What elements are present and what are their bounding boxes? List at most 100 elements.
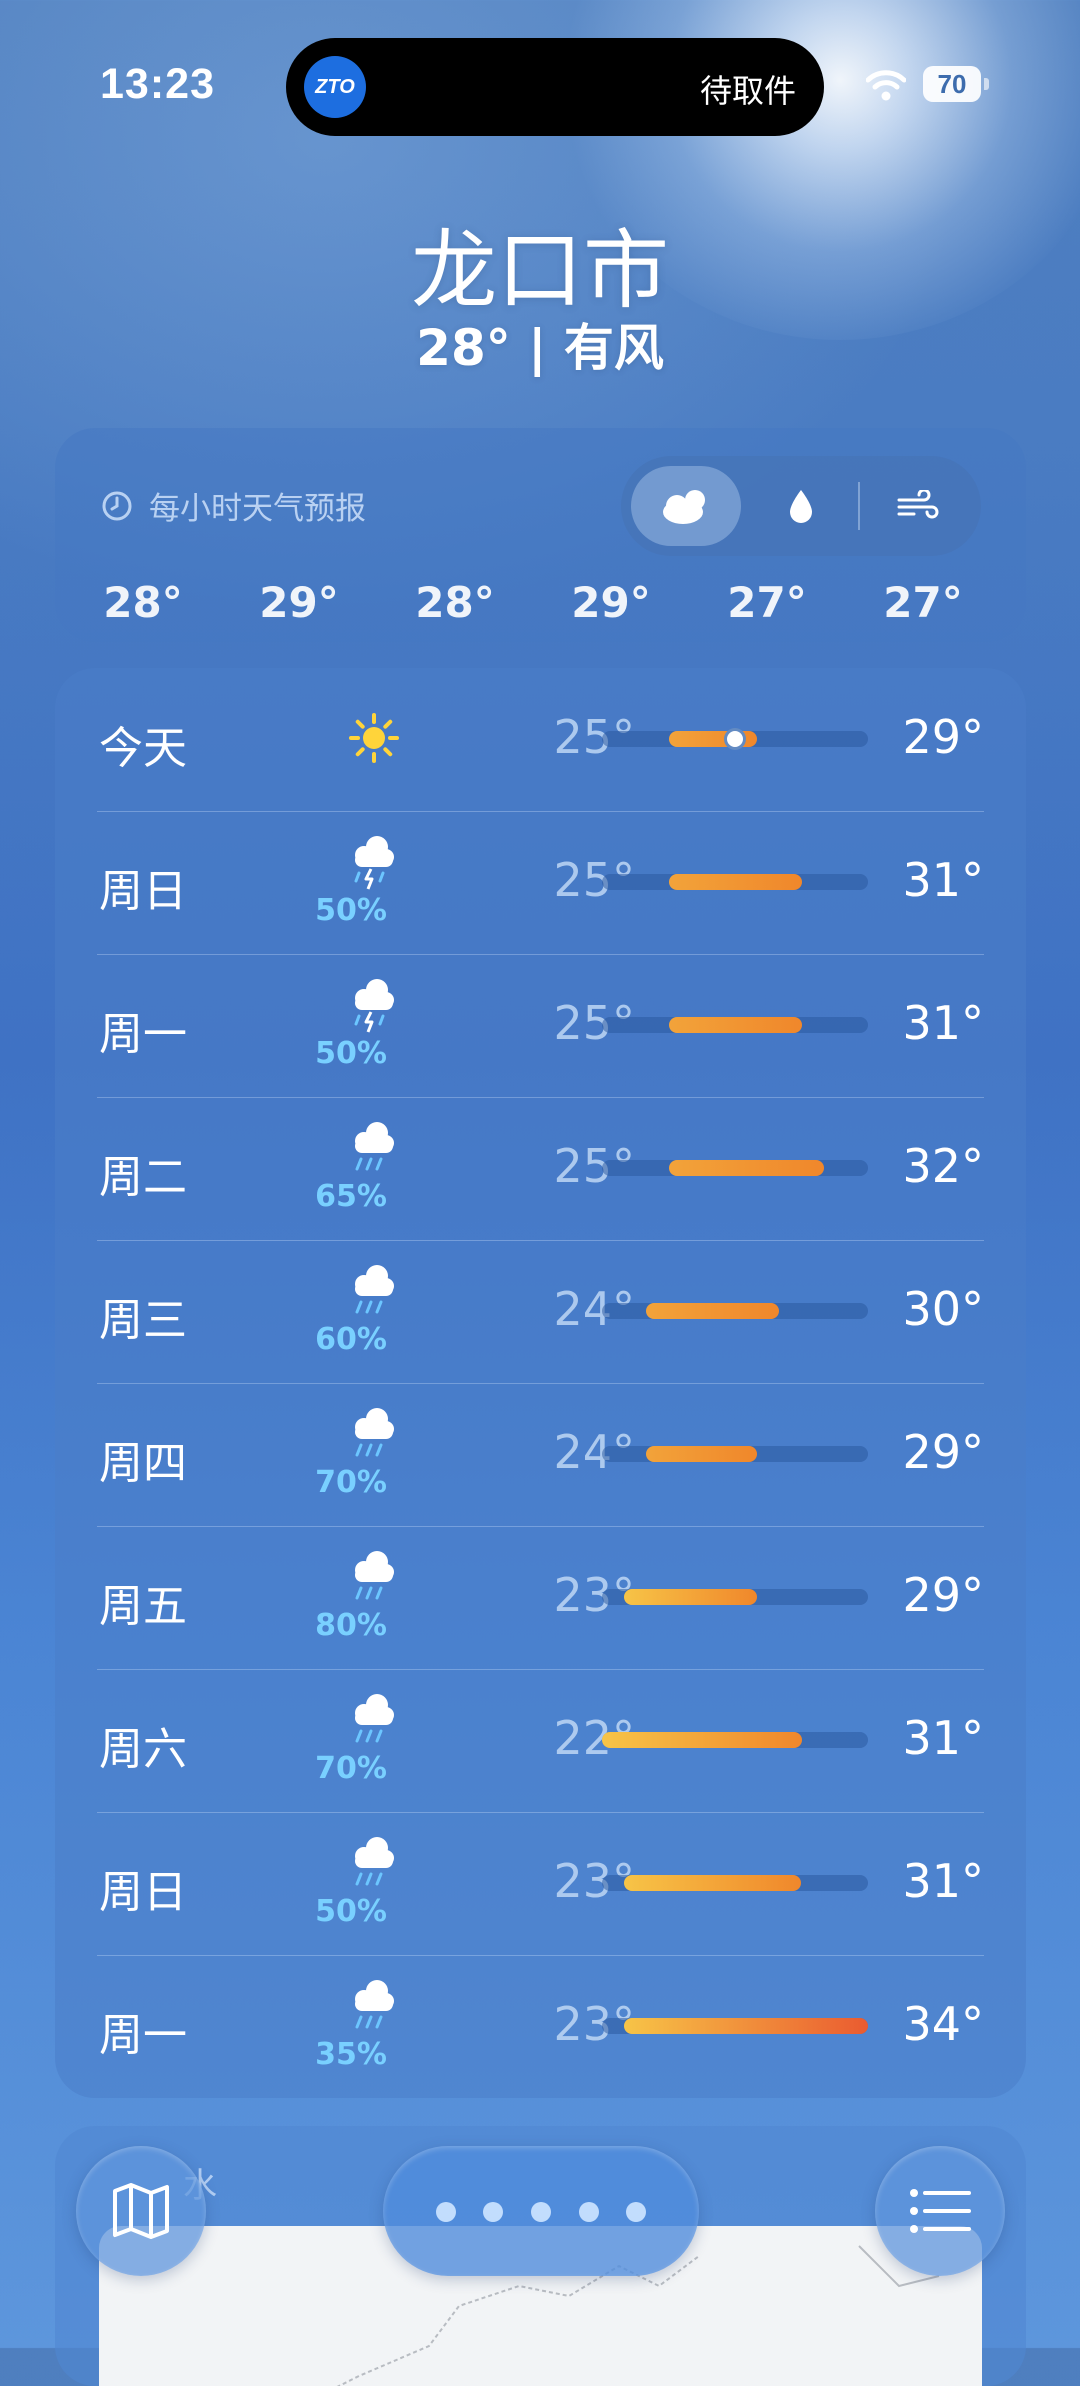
high-temp: 31° — [902, 996, 984, 1050]
precip-chance: 50% — [315, 1894, 387, 1929]
sun-icon — [349, 713, 399, 763]
hour-temp: 27° — [883, 578, 963, 627]
day-name: 周四 — [99, 1438, 187, 1489]
row-divider — [97, 1097, 984, 1098]
current-temp-marker — [724, 728, 746, 750]
temp-range-bar — [668, 1017, 802, 1033]
precip-chance: 35% — [315, 2037, 387, 2072]
cloud-icon — [663, 490, 705, 524]
precip-chance: 50% — [315, 1036, 387, 1071]
temp-range-track — [602, 2018, 868, 2034]
dynamic-island[interactable]: ZTO 待取件 — [286, 38, 824, 136]
row-divider — [97, 1383, 984, 1384]
temp-range-track — [602, 1446, 868, 1462]
rain-icon — [355, 1551, 394, 1600]
hour-temp: 29° — [259, 578, 339, 627]
hourly-temperatures[interactable]: 28° 29° 28° 29° 27° 27° — [55, 578, 1026, 638]
wifi-icon — [866, 70, 906, 101]
day-row[interactable]: 周日 50% 23° 31° — [55, 1812, 1026, 1955]
row-divider — [97, 1812, 984, 1813]
page-dot[interactable] — [436, 2202, 456, 2222]
hour-temp: 28° — [415, 578, 495, 627]
temp-range-track — [602, 1589, 868, 1605]
city-list-button[interactable] — [875, 2146, 1005, 2276]
mode-wind-button[interactable] — [863, 466, 973, 546]
temp-range-track — [602, 1160, 868, 1176]
day-name: 周一 — [99, 2010, 187, 2061]
rain-icon — [355, 1980, 394, 2029]
high-temp: 32° — [902, 1139, 984, 1193]
precip-chance: 50% — [315, 893, 387, 928]
hour-temp: 28° — [103, 578, 183, 627]
mode-cloud-button[interactable] — [631, 466, 741, 546]
precip-chance: 65% — [315, 1179, 387, 1214]
day-row[interactable]: 周一 35% 23° 34° — [55, 1955, 1026, 2098]
mode-precip-button[interactable] — [746, 466, 856, 546]
temp-range-track — [602, 1017, 868, 1033]
temp-range-bar — [668, 1160, 824, 1176]
high-temp: 29° — [902, 1425, 984, 1479]
precip-chance: 60% — [315, 1322, 387, 1357]
temp-range-bar — [624, 2018, 868, 2034]
droplet-icon — [790, 490, 812, 523]
city-name: 龙口市 — [411, 221, 669, 321]
map-button[interactable] — [76, 2146, 206, 2276]
day-name: 周日 — [99, 866, 187, 917]
temp-range-bar — [624, 1589, 758, 1605]
high-temp: 34° — [902, 1997, 984, 2051]
toggle-separator — [858, 482, 860, 530]
high-temp: 31° — [902, 1854, 984, 1908]
current-summary: 28° | 有风 — [416, 319, 664, 377]
day-name: 周六 — [99, 1724, 187, 1775]
temp-range-track — [602, 1732, 868, 1748]
day-row[interactable]: 周六 70% 22° 31° — [55, 1669, 1026, 1812]
day-row[interactable]: 今天 25° 29° — [55, 668, 1026, 811]
day-row[interactable]: 周四 70% 24° 29° — [55, 1383, 1026, 1526]
day-row[interactable]: 周日 50% 25° 31° — [55, 811, 1026, 954]
status-time: 13:23 — [100, 60, 215, 108]
row-divider — [97, 1955, 984, 1956]
zto-logo: ZTO — [304, 56, 366, 118]
temp-range-bar — [646, 1446, 758, 1462]
rain-icon — [355, 1265, 394, 1314]
page-dot[interactable] — [579, 2202, 599, 2222]
page-indicator[interactable] — [383, 2146, 699, 2276]
precip-chance: 70% — [315, 1465, 387, 1500]
day-name: 周一 — [99, 1009, 187, 1060]
temp-range-bar — [646, 1303, 780, 1319]
daily-forecast-card[interactable]: 今天 25° 29° 周日 50% 25° 31° 周一 50% 25° 31° 周二 65% 25° 32… — [55, 668, 1026, 2098]
day-name: 今天 — [99, 723, 187, 774]
island-status-text: 待取件 — [699, 72, 796, 110]
day-row[interactable]: 周一 50% 25° 31° — [55, 954, 1026, 1097]
hourly-forecast-card[interactable]: 每小时天气预报 28° 29° 28° 29° 27° 27° — [55, 428, 1026, 642]
row-divider — [97, 1240, 984, 1241]
thunderstorm-icon — [354, 836, 394, 890]
thunderstorm-icon — [354, 979, 394, 1033]
clock-icon — [102, 491, 132, 520]
day-name: 周二 — [99, 1152, 187, 1203]
day-name: 周五 — [99, 1581, 187, 1632]
day-name: 周日 — [99, 1867, 187, 1918]
precip-chance: 80% — [315, 1608, 387, 1643]
hour-temp: 29° — [571, 578, 651, 627]
list-icon — [910, 2189, 971, 2233]
row-divider — [97, 1526, 984, 1527]
hour-temp: 27° — [727, 578, 807, 627]
rain-icon — [355, 1837, 394, 1886]
temp-range-bar — [602, 1732, 802, 1748]
page-dot[interactable] — [531, 2202, 551, 2222]
battery-nub — [984, 78, 989, 90]
row-divider — [97, 954, 984, 955]
temp-range-bar — [668, 874, 802, 890]
high-temp: 31° — [902, 853, 984, 907]
temp-range-track — [602, 1875, 868, 1891]
page-dot[interactable] — [483, 2202, 503, 2222]
day-row[interactable]: 周五 80% 23° 29° — [55, 1526, 1026, 1669]
hourly-title-label: 每小时天气预报 — [149, 491, 366, 527]
high-temp: 29° — [902, 1568, 984, 1622]
page-dot[interactable] — [626, 2202, 646, 2222]
hourly-title: 每小时天气预报 — [101, 483, 366, 528]
day-row[interactable]: 周三 60% 24° 30° — [55, 1240, 1026, 1383]
day-row[interactable]: 周二 65% 25° 32° — [55, 1097, 1026, 1240]
high-temp: 30° — [902, 1282, 984, 1336]
